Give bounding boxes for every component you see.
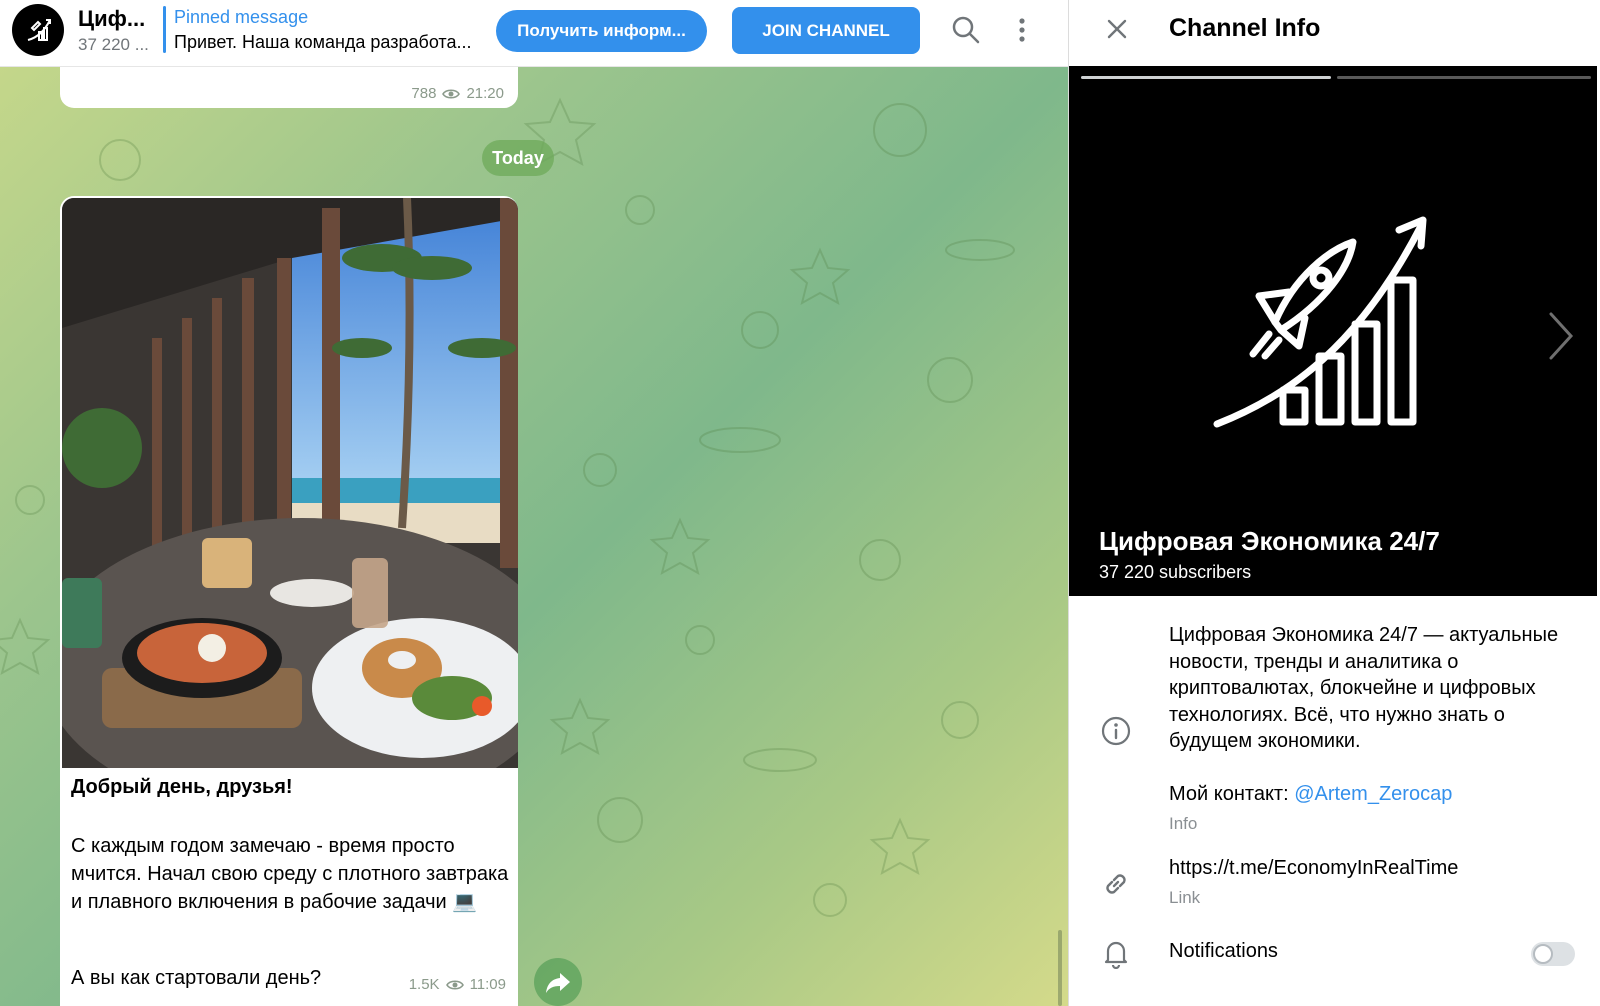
notifications-label: Notifications — [1169, 940, 1278, 962]
breakfast-photo — [62, 198, 518, 768]
post-body: С каждым годом замечаю - время просто мч… — [71, 835, 509, 913]
chat-scrollbar[interactable] — [1058, 930, 1062, 1006]
channel-cover[interactable]: Цифровая Экономика 24/7 37 220 subscribe… — [1069, 66, 1597, 596]
pinned-indicator — [163, 6, 166, 53]
post-meta: 1.5K 11:09 — [409, 976, 506, 993]
channel-full-name: Цифровая Экономика 24/7 — [1099, 526, 1440, 556]
previous-message-meta: 788 21:20 — [411, 85, 504, 102]
panel-title: Channel Info — [1169, 14, 1321, 42]
info-icon — [1101, 716, 1131, 746]
chat-header: Циф... 37 220 ... Pinned message Привет.… — [0, 0, 1068, 67]
channel-description: Цифровая Экономика 24/7 — актуальные нов… — [1169, 624, 1559, 752]
notifications-toggle[interactable] — [1531, 942, 1575, 966]
pinned-text[interactable]: Привет. Наша команда разработа... — [174, 32, 472, 53]
rocket-growth-logo-icon — [1213, 216, 1427, 428]
channel-subscribers: 37 220 ... — [78, 35, 149, 54]
photo-progress-segment-1 — [1081, 76, 1331, 79]
channel-avatar[interactable] — [12, 4, 64, 56]
previous-message-views: 788 — [411, 85, 437, 102]
post-question: А вы как стартовали день? — [71, 967, 322, 989]
post-title: Добрый день, друзья! — [71, 776, 293, 798]
link-icon — [1106, 874, 1126, 894]
post-views: 1.5K — [408, 976, 440, 993]
get-info-button[interactable]: Получить информ... — [496, 10, 707, 52]
chevron-right-icon[interactable] — [1543, 306, 1579, 366]
panel-header: Channel Info — [1069, 0, 1600, 60]
contact-label: Мой контакт: — [1169, 783, 1295, 805]
previous-message-time: 21:20 — [466, 85, 504, 102]
date-divider: Today — [482, 140, 554, 176]
bell-icon — [1104, 941, 1128, 969]
eye-icon — [445, 979, 464, 990]
eye-icon — [442, 88, 461, 99]
join-channel-button[interactable]: JOIN CHANNEL — [732, 7, 920, 54]
post-time: 11:09 — [469, 976, 506, 993]
rocket-logo-icon — [27, 19, 51, 41]
search-icon[interactable] — [950, 14, 982, 46]
previous-message: 788 21:20 — [60, 60, 518, 108]
contact-line: Мой контакт: @Artem_Zerocap — [1169, 783, 1452, 806]
channel-subscribers-count: 37 220 subscribers — [1099, 562, 1252, 582]
share-icon — [546, 973, 570, 993]
channel-post: Добрый день, друзья! С каждым годом заме… — [60, 196, 518, 1006]
toggle-knob — [1533, 944, 1553, 964]
channel-link[interactable]: https://t.me/EconomyInRealTime — [1169, 857, 1458, 880]
close-icon[interactable] — [1102, 14, 1132, 44]
pinned-title[interactable]: Pinned message — [174, 7, 308, 28]
channel-info-panel: Channel Info Цифровая Экономика 24/7 37 … — [1068, 0, 1600, 1006]
channel-name[interactable]: Циф... — [78, 6, 145, 32]
post-photo[interactable] — [62, 198, 518, 768]
share-button[interactable] — [534, 958, 582, 1006]
link-caption: Link — [1169, 888, 1201, 907]
info-caption: Info — [1169, 814, 1198, 833]
contact-handle-link[interactable]: @Artem_Zerocap — [1294, 783, 1452, 805]
photo-progress-segment-2 — [1337, 76, 1591, 79]
more-vertical-icon[interactable] — [1006, 14, 1038, 46]
